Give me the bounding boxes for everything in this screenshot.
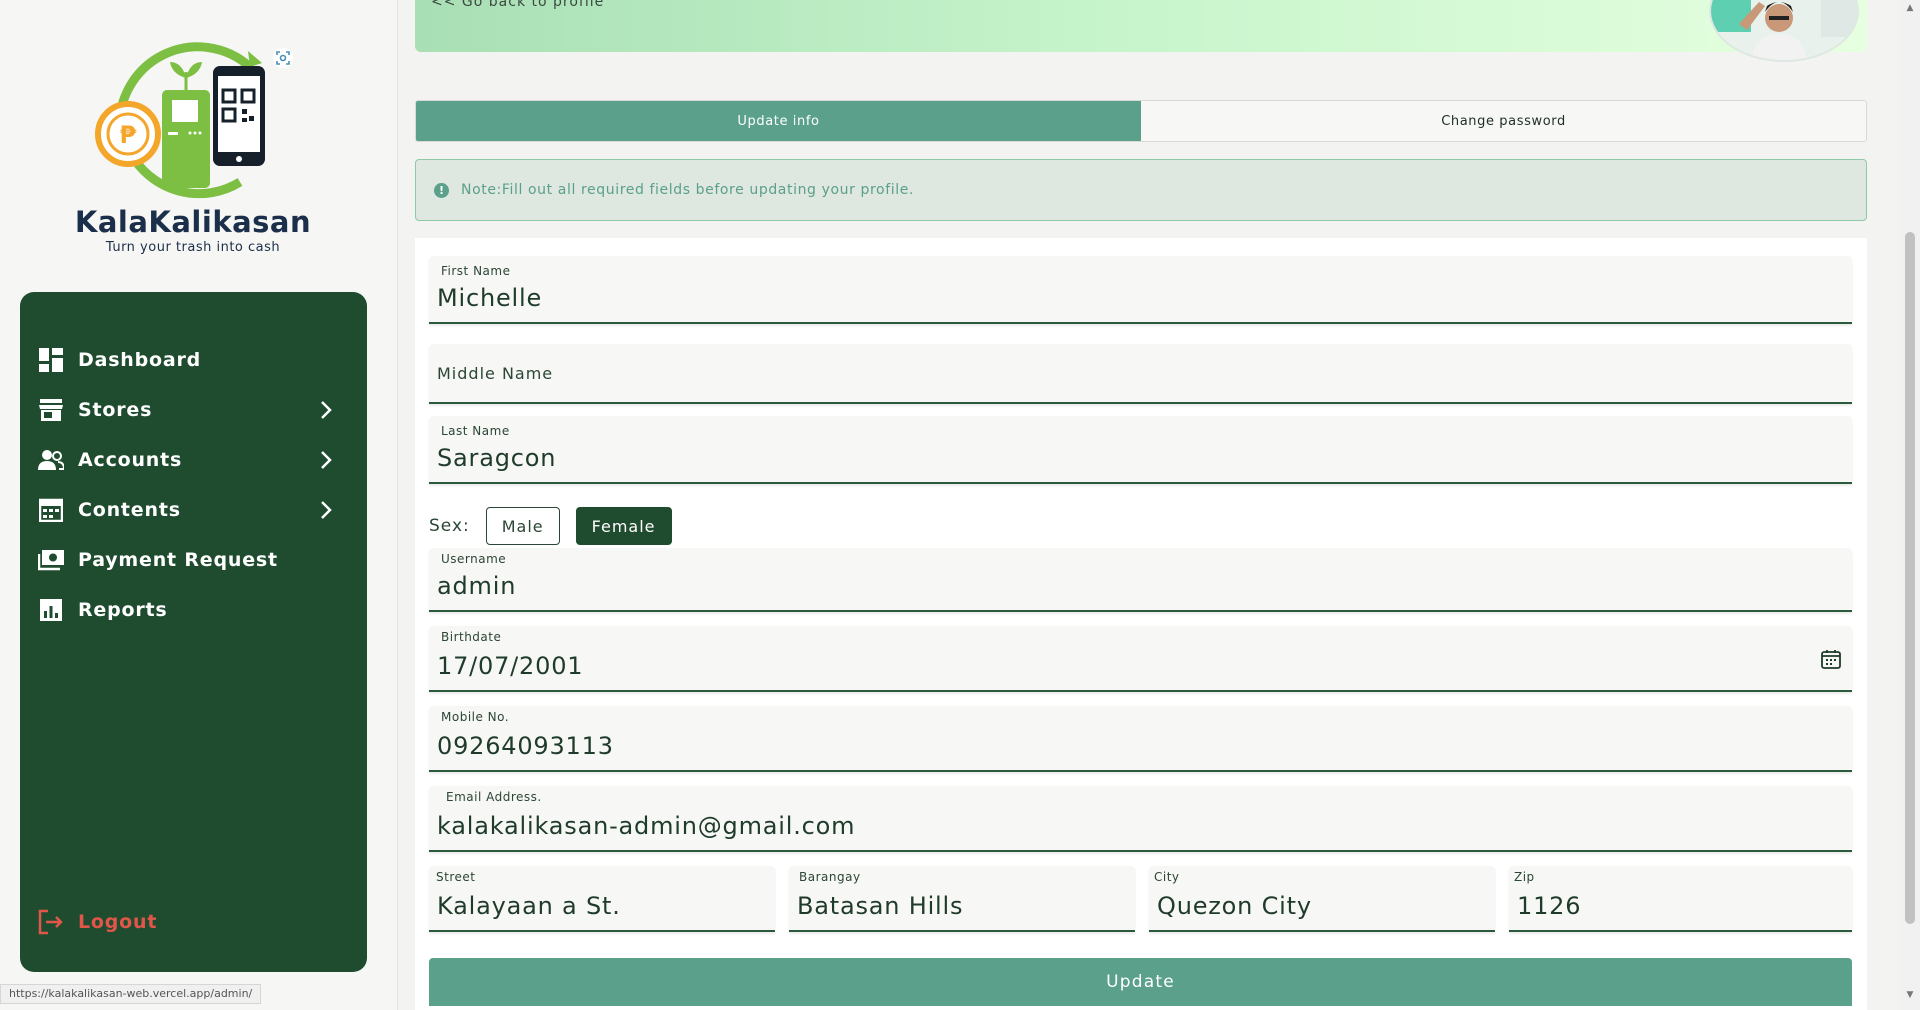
barangay-field[interactable]: Barangay Batasan Hills — [789, 866, 1135, 932]
barangay-value: Batasan Hills — [797, 892, 964, 920]
sidebar-item-label: Stores — [78, 399, 153, 421]
scan-icon[interactable] — [272, 47, 294, 69]
back-to-profile-link[interactable]: << Go back to profile — [431, 0, 604, 10]
profile-tabs: Update info Change password — [415, 100, 1867, 142]
sidebar-item-reports[interactable]: Reports — [38, 590, 348, 630]
chevron-right-icon — [321, 451, 332, 469]
sidebar: ₱ KalaKalikasan Turn your trash into cas… — [0, 0, 398, 1010]
street-value: Kalayaan a St. — [437, 892, 621, 920]
username-field[interactable]: Username admin — [429, 548, 1852, 612]
sidebar-item-dashboard[interactable]: Dashboard — [38, 340, 348, 380]
logout-label: Logout — [78, 911, 158, 933]
logo-area: ₱ KalaKalikasan Turn your trash into cas… — [0, 0, 398, 280]
svg-text:₱: ₱ — [120, 121, 137, 149]
accounts-icon — [38, 447, 64, 473]
street-field[interactable]: Street Kalayaan a St. — [429, 866, 775, 932]
info-icon: ! — [434, 182, 449, 198]
birthdate-field[interactable]: Birthdate 17/07/2001 — [429, 626, 1852, 692]
sex-option-female[interactable]: Female — [575, 507, 672, 545]
reports-icon — [38, 597, 64, 623]
zip-label: Zip — [1514, 870, 1535, 884]
last-name-value: Saragcon — [437, 444, 557, 472]
logout-button[interactable]: Logout — [38, 902, 348, 942]
main-content: << Go back to profile Update info Change… — [398, 0, 1900, 1010]
brand-tagline: Turn your trash into cash — [105, 240, 281, 255]
sidebar-item-payment-request[interactable]: Payment Request — [38, 540, 348, 580]
sex-option-male[interactable]: Male — [485, 507, 560, 545]
sidebar-item-contents[interactable]: Contents — [38, 490, 348, 530]
birthdate-value: 17/07/2001 — [437, 652, 584, 680]
sidebar-item-label: Accounts — [78, 449, 183, 471]
sidebar-item-accounts[interactable]: Accounts — [38, 440, 348, 480]
avatar — [1709, 0, 1859, 62]
mobile-label: Mobile No. — [441, 710, 510, 724]
brand-name: KalaKalikasan — [74, 205, 312, 239]
zip-field[interactable]: Zip 1126 — [1509, 866, 1852, 932]
barangay-label: Barangay — [799, 870, 861, 884]
scrollbar-thumb[interactable] — [1905, 232, 1915, 924]
birthdate-label: Birthdate — [441, 630, 502, 644]
first-name-value: Michelle — [437, 284, 543, 312]
sidebar-item-label: Payment Request — [78, 549, 278, 571]
store-icon — [38, 397, 64, 423]
avatar-photo — [1711, 0, 1857, 60]
sex-selector: Sex: Male Female — [429, 506, 688, 546]
sex-label: Sex: — [429, 516, 470, 536]
tab-update-info[interactable]: Update info — [416, 101, 1141, 141]
sidebar-item-stores[interactable]: Stores — [38, 390, 348, 430]
chevron-right-icon — [321, 401, 332, 419]
last-name-field[interactable]: Last Name Saragcon — [429, 416, 1852, 484]
profile-banner: << Go back to profile — [415, 0, 1867, 62]
contents-icon — [38, 497, 64, 523]
zip-value: 1126 — [1517, 892, 1582, 920]
email-value: kalakalikasan-admin@gmail.com — [437, 812, 856, 840]
chevron-right-icon — [321, 501, 332, 519]
city-label: City — [1154, 870, 1180, 884]
city-value: Quezon City — [1157, 892, 1312, 920]
note-text: Note:Fill out all required fields before… — [461, 182, 914, 198]
calendar-icon[interactable] — [1820, 648, 1842, 670]
username-value: admin — [437, 572, 517, 600]
scrollbar[interactable]: ▲ ▼ — [1900, 0, 1920, 1010]
first-name-label: First Name — [441, 264, 511, 278]
street-label: Street — [436, 870, 476, 884]
mobile-value: 09264093113 — [437, 732, 614, 760]
dashboard-icon — [38, 347, 64, 373]
sidebar-item-label: Reports — [78, 599, 168, 621]
mobile-field[interactable]: Mobile No. 09264093113 — [429, 706, 1852, 772]
first-name-field[interactable]: First Name Michelle — [429, 256, 1852, 324]
logout-icon — [38, 909, 64, 935]
scroll-up-arrow-icon[interactable]: ▲ — [1905, 3, 1915, 13]
payment-icon — [38, 547, 64, 573]
username-label: Username — [441, 552, 507, 566]
sidebar-item-label: Contents — [78, 499, 181, 521]
tab-change-password[interactable]: Change password — [1141, 101, 1866, 141]
last-name-label: Last Name — [441, 424, 510, 438]
update-button[interactable]: Update — [429, 958, 1852, 1006]
city-field[interactable]: City Quezon City — [1149, 866, 1495, 932]
sidebar-item-label: Dashboard — [78, 349, 202, 371]
middle-name-label: Middle Name — [437, 364, 554, 383]
note-alert: ! Note:Fill out all required fields befo… — [415, 159, 1867, 221]
scroll-down-arrow-icon[interactable]: ▼ — [1905, 990, 1915, 1000]
status-bar-url: https://kalakalikasan-web.vercel.app/adm… — [0, 984, 262, 1004]
email-field[interactable]: Email Address. kalakalikasan-admin@gmail… — [429, 786, 1852, 852]
update-info-form: First Name Michelle Middle Name Last Nam… — [415, 238, 1867, 1010]
middle-name-field[interactable]: Middle Name — [429, 344, 1852, 404]
email-label: Email Address. — [446, 790, 542, 804]
sidebar-nav: Dashboard Stores Accounts Contents Payme… — [20, 292, 367, 972]
